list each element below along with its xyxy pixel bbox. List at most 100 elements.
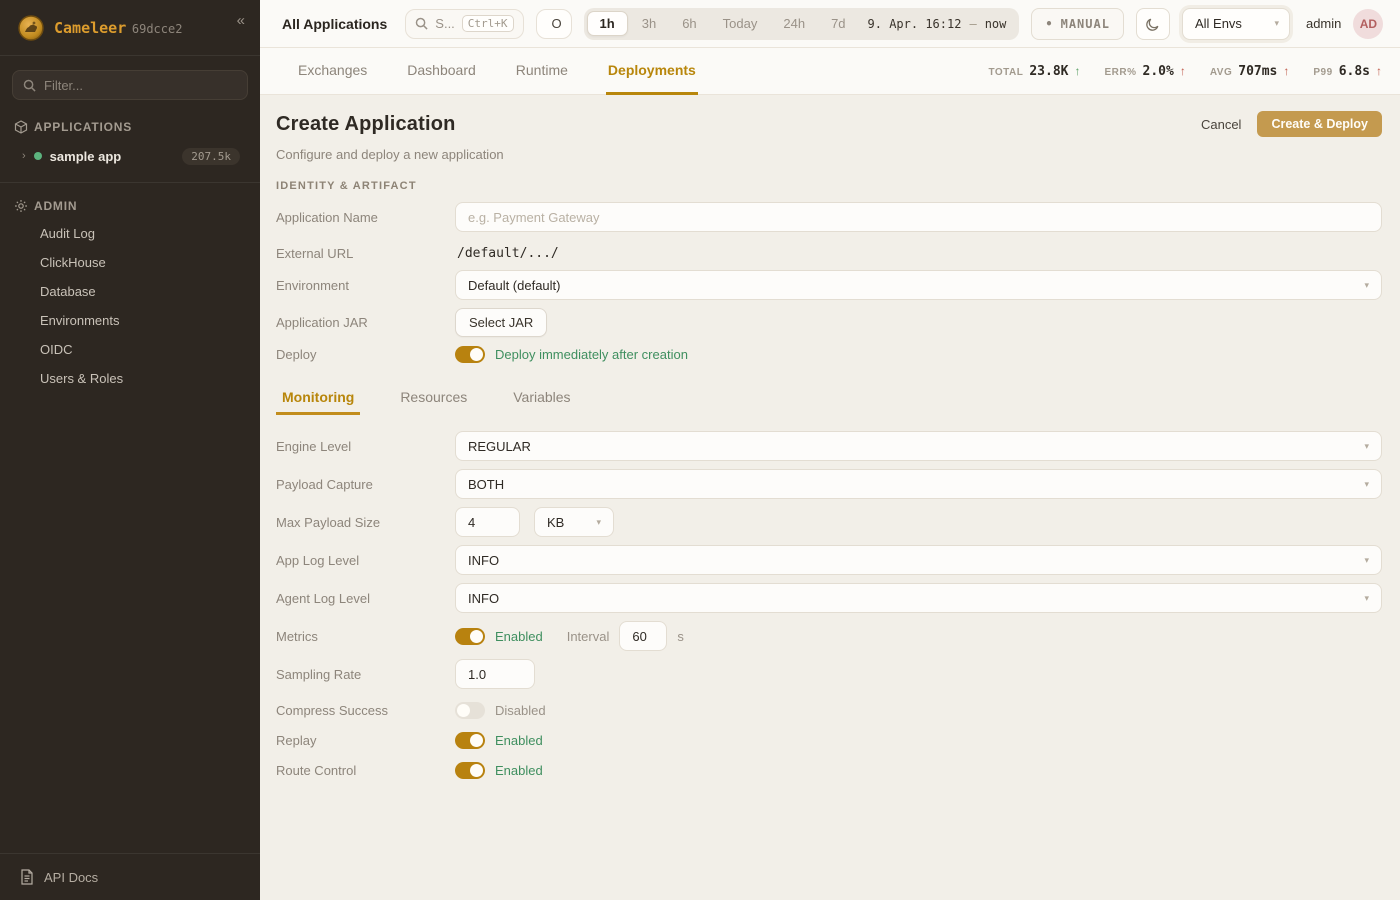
- tab-runtime[interactable]: Runtime: [514, 48, 570, 95]
- dark-mode-toggle[interactable]: [1136, 8, 1170, 40]
- sampling-rate-label: Sampling Rate: [276, 667, 455, 682]
- env-select-value: All Envs: [1195, 16, 1242, 31]
- chevron-down-icon: ▾: [1364, 593, 1369, 604]
- create-application-page: Create Application Cancel Create & Deplo…: [260, 95, 1400, 900]
- sidebar-filter[interactable]: Filter...: [12, 70, 248, 100]
- global-search[interactable]: S... Ctrl+K: [405, 9, 523, 39]
- route-control-state: Enabled: [495, 763, 543, 778]
- trend-up-icon: ↑: [1376, 64, 1382, 78]
- metrics-label: Metrics: [276, 629, 455, 644]
- application-name-input[interactable]: [455, 202, 1382, 232]
- create-deploy-button[interactable]: Create & Deploy: [1257, 111, 1382, 137]
- cancel-button[interactable]: Cancel: [1201, 117, 1241, 132]
- time-range-6h[interactable]: 6h: [670, 12, 708, 35]
- sampling-rate-input[interactable]: [455, 659, 535, 689]
- time-range-7d[interactable]: 7d: [819, 12, 857, 35]
- agent-log-level-label: Agent Log Level: [276, 591, 455, 606]
- stats-summary: TOTAL 23.8K ↑ ERR% 2.0% ↑ AVG 707ms ↑ P9…: [988, 48, 1382, 94]
- engine-level-select[interactable]: REGULAR ▾: [455, 431, 1382, 461]
- route-control-label: Route Control: [276, 763, 455, 778]
- select-jar-button[interactable]: Select JAR: [455, 308, 547, 337]
- tabsbar: Exchanges Dashboard Runtime Deployments …: [260, 48, 1400, 95]
- subtab-monitoring[interactable]: Monitoring: [276, 385, 360, 415]
- route-control-toggle[interactable]: [455, 762, 485, 779]
- subtab-resources[interactable]: Resources: [394, 385, 473, 415]
- compress-success-state: Disabled: [495, 703, 546, 718]
- sidebar-divider: [0, 182, 260, 183]
- chevron-down-icon: ▾: [596, 517, 601, 528]
- tab-exchanges[interactable]: Exchanges: [296, 48, 369, 95]
- environment-label: Environment: [276, 278, 455, 293]
- interval-unit: s: [677, 629, 684, 644]
- chevron-down-icon: ▾: [1364, 441, 1369, 452]
- topbar: All Applications S... Ctrl+K O 1h 3h 6h …: [260, 0, 1400, 48]
- api-docs-label: API Docs: [44, 870, 98, 885]
- api-docs-link[interactable]: API Docs: [0, 853, 260, 900]
- env-select[interactable]: All Envs ▾: [1182, 8, 1290, 40]
- username-label: admin: [1306, 16, 1341, 31]
- expand-chevron-icon[interactable]: ›: [22, 150, 26, 162]
- payload-capture-label: Payload Capture: [276, 477, 455, 492]
- range-end: now: [985, 17, 1007, 31]
- sidebar-collapse-button[interactable]: «: [232, 10, 250, 31]
- trend-up-icon: ↑: [1283, 64, 1289, 78]
- main-area: All Applications S... Ctrl+K O 1h 3h 6h …: [260, 0, 1400, 900]
- deploy-toggle[interactable]: [455, 346, 485, 363]
- package-icon: [14, 120, 28, 134]
- deploy-label: Deploy: [276, 347, 455, 362]
- app-log-level-label: App Log Level: [276, 553, 455, 568]
- sidebar-item-oidc[interactable]: OIDC: [12, 335, 248, 364]
- sidebar-item-audit-log[interactable]: Audit Log: [12, 219, 248, 248]
- page-title: Create Application: [276, 113, 456, 136]
- compress-success-toggle[interactable]: [455, 702, 485, 719]
- time-range-control: 1h 3h 6h Today 24h 7d 9. Apr. 16:12 — no…: [584, 8, 1020, 40]
- time-range-3h[interactable]: 3h: [630, 12, 668, 35]
- sidebar-item-database[interactable]: Database: [12, 277, 248, 306]
- brand-version: 69dcce2: [132, 22, 183, 36]
- metrics-toggle[interactable]: [455, 628, 485, 645]
- interval-label: Interval: [567, 629, 610, 644]
- tab-deployments[interactable]: Deployments: [606, 48, 698, 95]
- time-range-today[interactable]: Today: [711, 12, 770, 35]
- time-range-24h[interactable]: 24h: [771, 12, 817, 35]
- document-icon: [20, 869, 34, 885]
- max-payload-size-input[interactable]: [455, 507, 520, 537]
- application-jar-label: Application JAR: [276, 315, 455, 330]
- admin-header: ADMIN: [12, 193, 248, 219]
- max-payload-size-label: Max Payload Size: [276, 515, 455, 530]
- environment-select[interactable]: Default (default) ▾: [455, 270, 1382, 300]
- status-pill[interactable]: O: [536, 9, 572, 39]
- filter-placeholder: Filter...: [44, 78, 83, 93]
- refresh-mode-button[interactable]: • MANUAL: [1031, 8, 1124, 40]
- identity-artifact-section-label: IDENTITY & ARTIFACT: [276, 180, 1382, 192]
- payload-capture-select[interactable]: BOTH ▾: [455, 469, 1382, 499]
- stat-p99: P99 6.8s ↑: [1313, 64, 1382, 79]
- external-url-label: External URL: [276, 246, 455, 261]
- engine-level-label: Engine Level: [276, 439, 455, 454]
- max-payload-unit-select[interactable]: KB ▾: [534, 507, 614, 537]
- subtab-variables[interactable]: Variables: [507, 385, 576, 415]
- search-shortcut-kbd: Ctrl+K: [462, 15, 514, 32]
- sidebar-item-sample-app[interactable]: › sample app 207.5k: [12, 140, 248, 172]
- trend-up-icon: ↑: [1180, 64, 1186, 78]
- applications-section: APPLICATIONS › sample app 207.5k: [0, 112, 260, 172]
- stat-total: TOTAL 23.8K ↑: [988, 64, 1080, 79]
- agent-log-level-select[interactable]: INFO ▾: [455, 583, 1382, 613]
- interval-input[interactable]: [619, 621, 667, 651]
- time-range-custom[interactable]: 9. Apr. 16:12 — now: [860, 17, 1017, 31]
- tab-dashboard[interactable]: Dashboard: [405, 48, 478, 95]
- external-url-value: /default/.../: [455, 246, 1382, 261]
- applications-header: APPLICATIONS: [12, 114, 248, 140]
- search-text: S...: [435, 16, 455, 31]
- app-log-level-select[interactable]: INFO ▾: [455, 545, 1382, 575]
- stat-avg: AVG 707ms ↑: [1210, 64, 1290, 79]
- sidebar-item-environments[interactable]: Environments: [12, 306, 248, 335]
- replay-label: Replay: [276, 733, 455, 748]
- brand-name: Cameleer: [54, 19, 126, 37]
- avatar[interactable]: AD: [1353, 9, 1383, 39]
- sidebar-item-users-roles[interactable]: Users & Roles: [12, 364, 248, 393]
- time-range-1h[interactable]: 1h: [587, 11, 628, 36]
- replay-toggle[interactable]: [455, 732, 485, 749]
- sidebar-item-clickhouse[interactable]: ClickHouse: [12, 248, 248, 277]
- scope-label: All Applications: [282, 16, 387, 32]
